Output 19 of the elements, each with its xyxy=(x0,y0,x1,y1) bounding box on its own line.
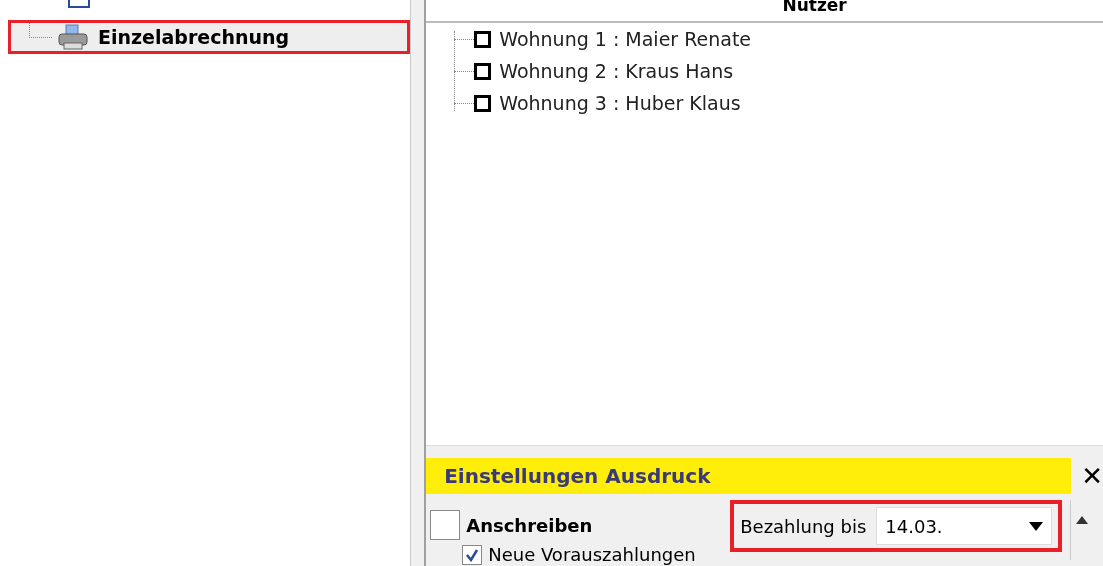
scroll-up-icon[interactable] xyxy=(1076,516,1089,524)
section-title: Einstellungen Ausdruck xyxy=(426,458,1072,494)
printer-icon xyxy=(56,23,90,51)
date-dropdown[interactable]: 14.03. xyxy=(876,507,1053,545)
user-label: Wohnung 1 : Maier Renate xyxy=(499,28,752,50)
field-label: Bezahlung bis xyxy=(740,515,867,537)
option-label: Neue Vorauszahlungen xyxy=(488,544,696,565)
checkbox[interactable] xyxy=(462,544,483,565)
checkbox[interactable] xyxy=(430,510,461,540)
splitter[interactable] xyxy=(410,0,427,566)
checkbox[interactable] xyxy=(474,30,492,48)
checkbox[interactable] xyxy=(474,94,492,112)
checkbox[interactable] xyxy=(474,62,492,80)
user-label: Wohnung 3 : Huber Klaus xyxy=(499,92,741,114)
user-label: Wohnung 2 : Kraus Hans xyxy=(499,60,734,82)
option-label: Anschreiben xyxy=(466,514,593,536)
tree-item[interactable]: Einzelabrechnung xyxy=(8,20,410,54)
caret-icon xyxy=(1029,521,1044,531)
close-button[interactable]: ✕ xyxy=(1081,461,1103,491)
